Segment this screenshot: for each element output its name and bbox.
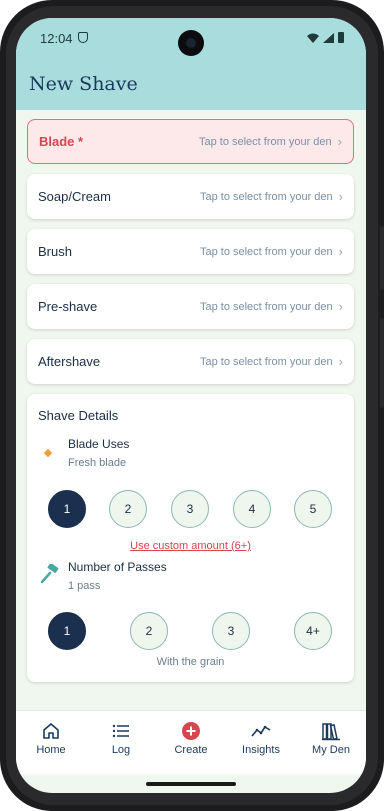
selector-label: Brush — [38, 244, 72, 259]
selector-label: Pre-shave — [38, 299, 98, 314]
blade-uses-option-4[interactable]: 4 — [233, 490, 271, 528]
blade-uses-option-1[interactable]: 1 — [48, 490, 86, 528]
razor-icon — [40, 564, 59, 584]
nav-insights[interactable]: Insights — [233, 721, 289, 756]
diamond-icon — [43, 448, 53, 458]
selector-hint: Tap to select from your den — [199, 355, 333, 368]
nav-my-den[interactable]: My Den — [303, 721, 359, 756]
brush-selector[interactable]: Brush Tap to select from your den › — [27, 229, 354, 274]
selector-hint: Tap to select from your den — [198, 135, 332, 148]
aftershave-selector[interactable]: Aftershave Tap to select from your den › — [27, 339, 354, 384]
main-content[interactable]: Blade * Tap to select from your den › Soa… — [16, 110, 366, 710]
trend-icon — [251, 725, 271, 737]
volume-button — [380, 226, 384, 290]
shave-details-card: Shave Details Blade Uses Fresh blade 1 2… — [27, 394, 354, 682]
battery-icon — [338, 32, 344, 43]
home-icon — [43, 723, 59, 739]
selector-hint: Tap to select from your den — [199, 245, 333, 258]
nav-label: Create — [174, 744, 208, 756]
nav-home[interactable]: Home — [23, 721, 79, 756]
passes-option-4plus[interactable]: 4+ — [294, 612, 332, 650]
phone-frame: 12:04 New Shave Blade * Tap to select fr… — [0, 0, 384, 811]
power-button — [380, 318, 384, 408]
chevron-right-icon: › — [338, 244, 343, 259]
status-time: 12:04 — [40, 31, 73, 46]
chevron-right-icon: › — [337, 134, 342, 149]
wifi-icon — [307, 33, 319, 43]
custom-amount-link[interactable]: Use custom amount (6+) — [27, 540, 354, 552]
front-camera — [178, 30, 204, 56]
chevron-right-icon: › — [338, 299, 343, 314]
blade-selector[interactable]: Blade * Tap to select from your den › — [27, 119, 354, 164]
shield-icon — [78, 32, 88, 43]
passes-subtitle: 1 pass — [68, 580, 101, 592]
app-header: 12:04 New Shave — [16, 18, 366, 110]
passes-option-3[interactable]: 3 — [212, 612, 250, 650]
selector-label: Blade * — [39, 134, 84, 149]
passes-option-1[interactable]: 1 — [48, 612, 86, 650]
status-icons — [307, 32, 344, 43]
home-indicator[interactable] — [146, 782, 236, 786]
app-screen: 12:04 New Shave Blade * Tap to select fr… — [16, 18, 366, 793]
soap-cream-selector[interactable]: Soap/Cream Tap to select from your den › — [27, 174, 354, 219]
nav-label: Log — [111, 744, 131, 756]
bottom-navigation: Home Log Create Insights My Den — [16, 710, 366, 774]
passes-title: Number of Passes — [68, 560, 167, 574]
signal-icon — [323, 32, 334, 43]
selector-hint: Tap to select from your den — [199, 190, 333, 203]
pre-shave-selector[interactable]: Pre-shave Tap to select from your den › — [27, 284, 354, 329]
shave-details-title: Shave Details — [38, 408, 119, 423]
passes-option-2[interactable]: 2 — [130, 612, 168, 650]
nav-create[interactable]: Create — [163, 721, 219, 756]
chevron-right-icon: › — [338, 189, 343, 204]
selector-hint: Tap to select from your den — [199, 300, 333, 313]
list-icon — [112, 724, 129, 738]
chevron-right-icon: › — [338, 354, 343, 369]
passes-caption: With the grain — [156, 656, 225, 668]
page-title: New Shave — [29, 73, 138, 95]
library-icon — [322, 723, 340, 741]
selector-label: Aftershave — [38, 354, 101, 369]
nav-log[interactable]: Log — [93, 721, 149, 756]
blade-uses-option-5[interactable]: 5 — [294, 490, 332, 528]
blade-uses-subtitle: Fresh blade — [68, 457, 127, 469]
nav-label: My Den — [312, 744, 350, 756]
selector-label: Soap/Cream — [38, 189, 111, 204]
blade-uses-option-3[interactable]: 3 — [171, 490, 209, 528]
blade-uses-option-2[interactable]: 2 — [109, 490, 147, 528]
blade-uses-title: Blade Uses — [68, 437, 130, 451]
nav-label: Home — [36, 744, 66, 756]
plus-circle-icon — [182, 722, 200, 740]
nav-label: Insights — [242, 744, 280, 756]
